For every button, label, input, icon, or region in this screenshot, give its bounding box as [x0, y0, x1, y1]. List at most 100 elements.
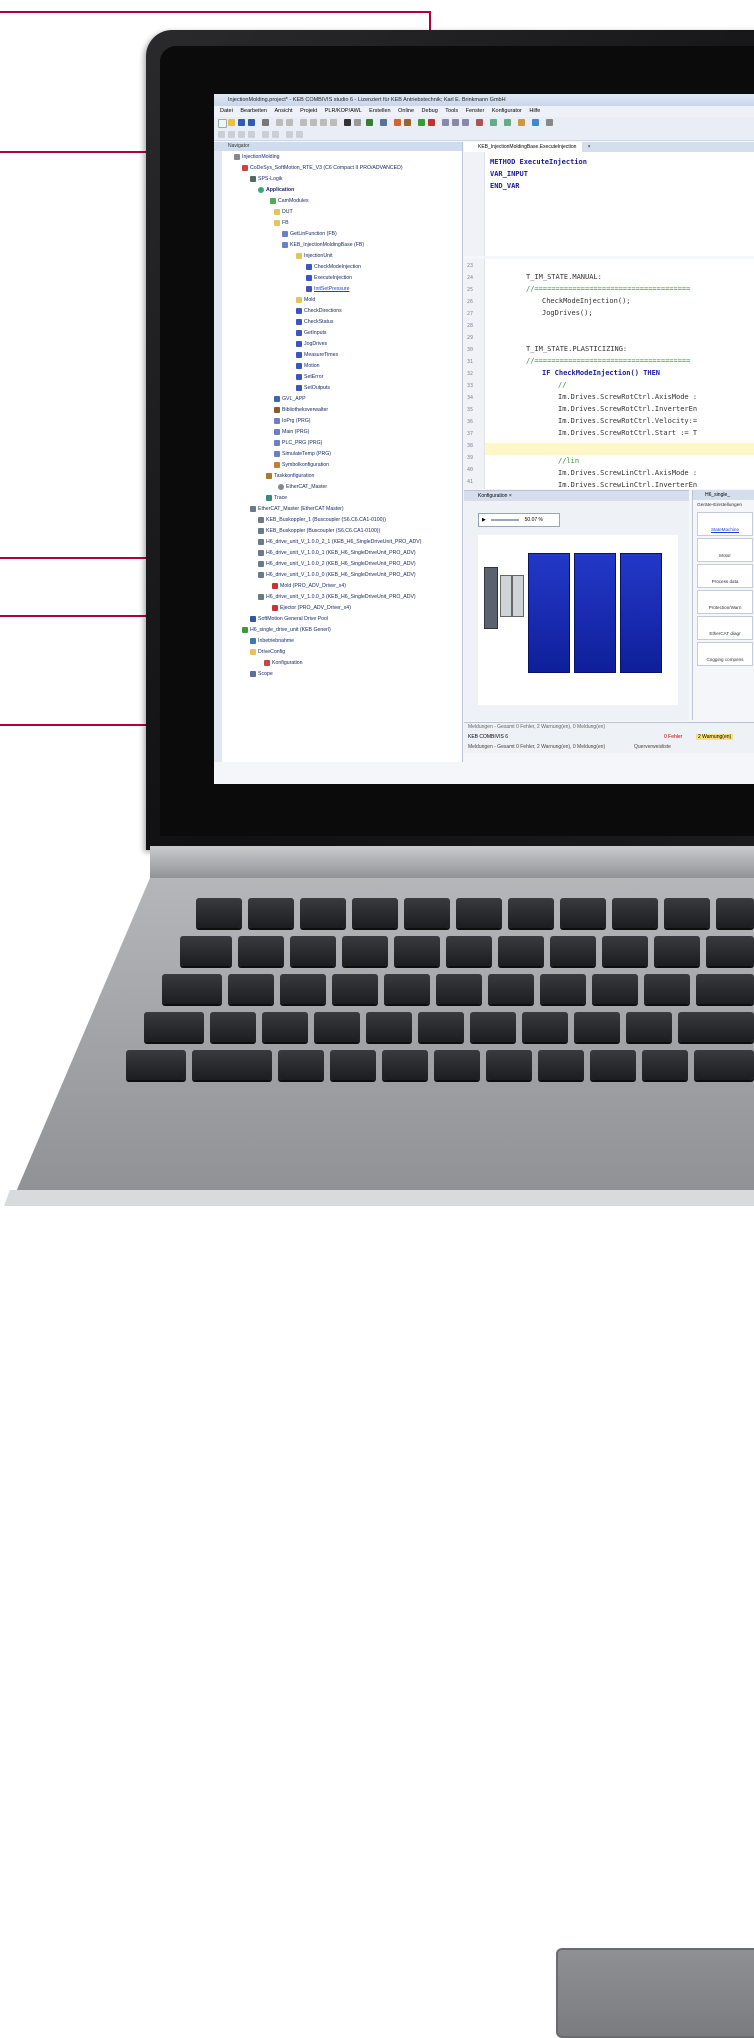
- tree-item-moldingbase[interactable]: KEB_InjectionMoldingBase (FB): [282, 241, 364, 250]
- tree-item-injectionunit[interactable]: InjectionUnit: [296, 252, 333, 261]
- tree-item-plc[interactable]: CoDeSys_SoftMotion_RTE_V3 (C6 Compact II…: [242, 164, 403, 173]
- menu-ansicht[interactable]: Ansicht: [275, 108, 293, 114]
- messages-source[interactable]: KEB COMBIVIS 6: [468, 734, 508, 740]
- step-icon[interactable]: [442, 119, 449, 126]
- zoom-slider[interactable]: ▶ 50.07 %: [478, 513, 560, 527]
- tree-item-checkmodeinjection[interactable]: CheckModeInjection: [306, 263, 361, 272]
- scope-icon[interactable]: [504, 119, 511, 126]
- tab-executeinjection[interactable]: KEB_InjectionMoldingBase.ExecuteInjectio…: [464, 142, 583, 152]
- drive-unit-3[interactable]: [620, 553, 662, 673]
- tree-item-ejector-driver[interactable]: Ejector (PRO_ADV_Driver_x4): [272, 604, 351, 613]
- tree-item-drive-2-1[interactable]: H6_drive_unit_V_1.0.0_2_1 (KEB_H6_Single…: [258, 538, 421, 547]
- tree-item-seterror[interactable]: SetError: [296, 373, 323, 382]
- play-icon[interactable]: ▶: [482, 517, 486, 523]
- tree-item-drive-2[interactable]: H6_drive_unit_V_1.0.0_2 (KEB_H6_SingleDr…: [258, 560, 416, 569]
- tree-item-konfiguration[interactable]: Konfiguration: [264, 659, 303, 668]
- config-icon[interactable]: [518, 119, 525, 126]
- nav-back-icon[interactable]: [286, 131, 293, 138]
- tree-item-trace[interactable]: Trace: [266, 494, 287, 503]
- tree-item-fb[interactable]: FB: [274, 219, 289, 228]
- cut-icon[interactable]: [300, 119, 307, 126]
- menu-tools[interactable]: Tools: [445, 108, 458, 114]
- network-icon[interactable]: [532, 119, 539, 126]
- save-all-icon[interactable]: [248, 119, 255, 126]
- protection-warn-button[interactable]: Protection/Warn: [697, 590, 753, 614]
- device-canvas[interactable]: [478, 535, 678, 705]
- menu-bearbeiten[interactable]: Bearbeiten: [240, 108, 267, 114]
- statemachine-button[interactable]: StateMachine: [697, 512, 753, 536]
- find-icon[interactable]: [344, 119, 351, 126]
- cogging-compensation-button[interactable]: Cogging compens: [697, 642, 753, 666]
- slider-track[interactable]: [491, 518, 520, 521]
- print-icon[interactable]: [262, 119, 269, 126]
- tree-item-drive-0[interactable]: H6_drive_unit_V_1.0.0_0 (KEB_H6_SingleDr…: [258, 571, 416, 580]
- motor-button[interactable]: Motor: [697, 538, 753, 562]
- align-icon[interactable]: [218, 131, 225, 138]
- drive-unit-1[interactable]: [528, 553, 570, 673]
- menu-konfigurator[interactable]: Konfigurator: [492, 108, 522, 114]
- tree-item-bibliotheksverwalter[interactable]: Bibliotheksverwalter: [274, 406, 328, 415]
- step-into-icon[interactable]: [452, 119, 459, 126]
- undo-icon[interactable]: [276, 119, 283, 126]
- menu-projekt[interactable]: Projekt: [300, 108, 317, 114]
- tree-item-cammodules[interactable]: CamModules: [270, 197, 309, 206]
- build-icon[interactable]: [366, 119, 373, 126]
- tree-item-sps-logik[interactable]: SPS-Logik: [250, 175, 283, 184]
- zoom-out-icon[interactable]: [272, 131, 279, 138]
- new-file-icon[interactable]: [218, 119, 227, 128]
- tree-item-ioprg[interactable]: IoPrg (PRG): [274, 417, 311, 426]
- menu-hilfe[interactable]: Hilfe: [529, 108, 540, 114]
- tab-konfiguration[interactable]: Konfiguration ×: [464, 491, 689, 501]
- tree-item-drive-1[interactable]: H6_drive_unit_V_1.0.0_1 (KEB_H6_SingleDr…: [258, 549, 416, 558]
- tree-item-driveconfig[interactable]: DriveConfig: [250, 648, 285, 657]
- redo-icon[interactable]: [286, 119, 293, 126]
- menu-debug[interactable]: Debug: [422, 108, 438, 114]
- copy-icon[interactable]: [310, 119, 317, 126]
- tree-item-motion[interactable]: Motion: [296, 362, 320, 371]
- bottom-messages-tab[interactable]: Meldungen - Gesamt 0 Fehler, 2 Warnung(e…: [468, 744, 605, 750]
- open-folder-icon[interactable]: [228, 119, 235, 126]
- tree-item-main[interactable]: Main (PRG): [274, 428, 309, 437]
- breakpoint-icon[interactable]: [476, 119, 483, 126]
- ethercat-diagnose-button[interactable]: EtherCAT diagr: [697, 616, 753, 640]
- tree-item-jogdrives[interactable]: JogDrives: [296, 340, 327, 349]
- error-count[interactable]: 0 Fehler: [664, 734, 682, 740]
- delete-icon[interactable]: [330, 119, 337, 126]
- tree-item-checkstatus[interactable]: CheckStatus: [296, 318, 333, 327]
- comment-icon[interactable]: [238, 131, 245, 138]
- close-icon[interactable]: ×: [588, 144, 591, 150]
- tree-item-executeinjection[interactable]: ExecuteInjection: [306, 274, 352, 283]
- menu-online[interactable]: Online: [398, 108, 414, 114]
- stop-icon[interactable]: [428, 119, 435, 126]
- nav-forward-icon[interactable]: [296, 131, 303, 138]
- grid-icon[interactable]: [546, 119, 553, 126]
- warning-count[interactable]: 2 Warnung(en): [696, 734, 734, 740]
- tree-item-buskoppler[interactable]: KEB_Buskoppler (Buscoupler (S6.C6.CA1-01…: [258, 527, 380, 536]
- tree-item-ethercat-master[interactable]: EtherCAT_Master (EtherCAT Master): [250, 505, 344, 514]
- tree-item-scope[interactable]: Scope: [250, 670, 273, 679]
- drive-unit-2[interactable]: [574, 553, 616, 673]
- tree-item-setoutputs[interactable]: SetOutputs: [296, 384, 330, 393]
- login-icon[interactable]: [394, 119, 401, 126]
- paste-icon[interactable]: [320, 119, 327, 126]
- tree-item-h6-single-drive[interactable]: H6_single_drive_unit (KEB Generl): [242, 626, 331, 635]
- watch-icon[interactable]: [490, 119, 497, 126]
- tree-item-checkdirections[interactable]: CheckDirections: [296, 307, 342, 316]
- tree-item-initsetpressure[interactable]: InitSetPressure: [306, 285, 349, 294]
- tree-item-symbolkonfiguration[interactable]: Symbolkonfiguration: [274, 461, 329, 470]
- tree-item-taskkonfiguration[interactable]: Taskkonfiguration: [266, 472, 314, 481]
- menu-plr[interactable]: PLR/KOP/AWL: [325, 108, 362, 114]
- menu-fenster[interactable]: Fenster: [466, 108, 485, 114]
- replace-icon[interactable]: [354, 119, 361, 126]
- step-out-icon[interactable]: [462, 119, 469, 126]
- process-data-button[interactable]: Process data: [697, 564, 753, 588]
- menu-datei[interactable]: Datei: [220, 108, 233, 114]
- menu-erstellen[interactable]: Erstellen: [369, 108, 390, 114]
- save-icon[interactable]: [238, 119, 245, 126]
- tree-item-inbetriebnahme[interactable]: Inbetriebnahme: [250, 637, 294, 646]
- tree-item-dut[interactable]: DUT: [274, 208, 293, 217]
- io-module-1[interactable]: [500, 575, 512, 617]
- indent-icon[interactable]: [228, 131, 235, 138]
- logout-icon[interactable]: [404, 119, 411, 126]
- tree-item-ethercat-master-task[interactable]: EtherCAT_Master: [278, 483, 327, 492]
